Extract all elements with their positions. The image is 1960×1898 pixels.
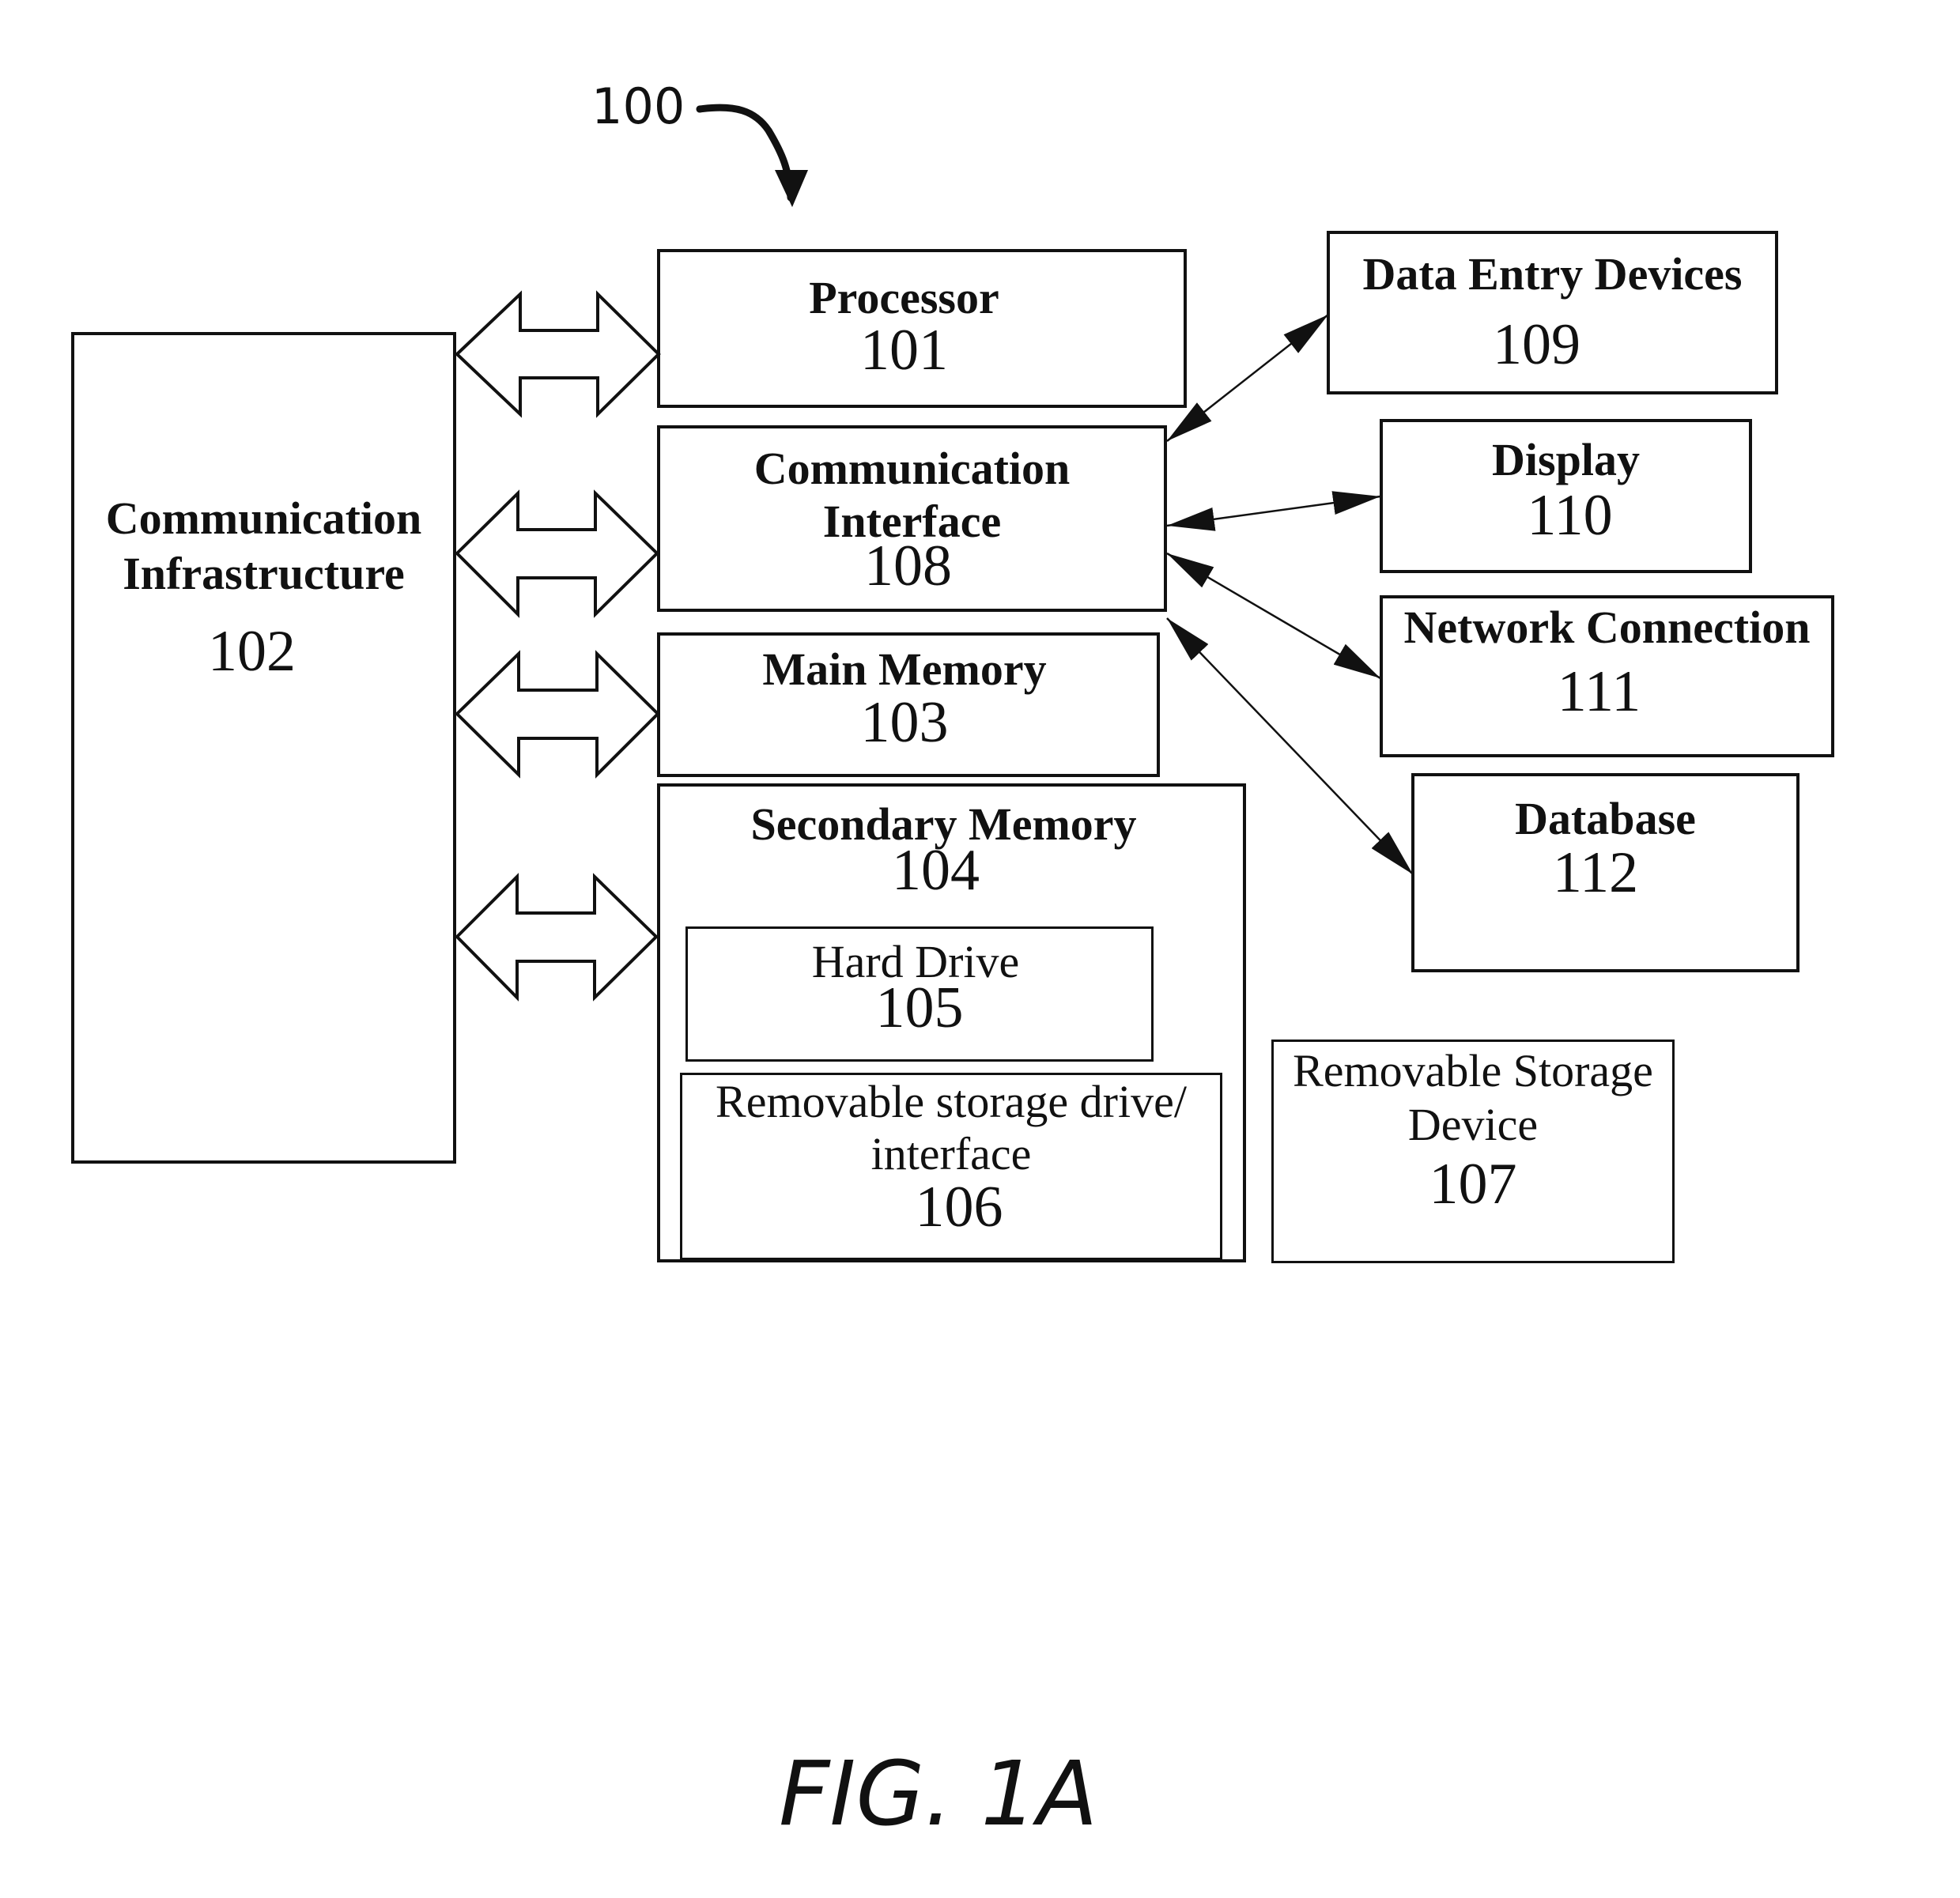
display-number: 110 xyxy=(1527,483,1613,548)
communication-infrastructure-title-line1: Communication xyxy=(105,492,422,544)
database-block: Database 112 xyxy=(1411,773,1799,972)
network-connection-number: 111 xyxy=(1557,659,1641,724)
secondary-memory-number: 104 xyxy=(892,838,980,903)
main-memory-number: 103 xyxy=(860,690,949,755)
removable-storage-drive-title-line2: interface xyxy=(870,1128,1032,1179)
communication-infrastructure-number: 102 xyxy=(208,619,296,684)
main-memory-block: Main Memory 103 xyxy=(657,632,1160,777)
data-entry-devices-number: 109 xyxy=(1493,312,1580,377)
removable-storage-device-number: 107 xyxy=(1429,1152,1517,1217)
removable-storage-drive-number: 106 xyxy=(915,1175,1003,1240)
removable-storage-drive-title-line1: Removable storage drive/ xyxy=(716,1076,1187,1127)
bus-arrow-communication-interface xyxy=(455,489,659,618)
hard-drive-number: 105 xyxy=(875,975,964,1040)
reference-number-100: 100 xyxy=(591,77,685,135)
link-display xyxy=(1166,491,1381,531)
bus-arrow-main-memory xyxy=(455,650,660,779)
network-connection-block: Network Connection 111 xyxy=(1380,595,1834,757)
removable-storage-device-block: Removable Storage Device 107 xyxy=(1271,1040,1675,1263)
database-number: 112 xyxy=(1552,840,1639,905)
display-block: Display 110 xyxy=(1380,419,1752,573)
processor-number: 101 xyxy=(860,318,948,383)
communication-interface-title-line1: Communication xyxy=(753,443,1071,494)
removable-storage-device-title-line2: Device xyxy=(1407,1099,1539,1150)
data-entry-devices-title: Data Entry Devices xyxy=(1362,248,1743,300)
reference-arrow-100 xyxy=(696,104,795,202)
reference-arrowhead-100 xyxy=(775,170,808,207)
database-title: Database xyxy=(1515,793,1696,844)
bus-arrow-secondary-memory xyxy=(455,873,659,1002)
processor-title: Processor xyxy=(809,272,999,323)
data-entry-devices-block: Data Entry Devices 109 xyxy=(1327,231,1778,394)
communication-infrastructure-block: Communication Infrastructure 102 xyxy=(71,332,456,1164)
communication-interface-number: 108 xyxy=(864,534,952,598)
network-connection-title: Network Connection xyxy=(1403,602,1811,653)
hard-drive-block: Hard Drive 105 xyxy=(685,926,1154,1062)
communication-infrastructure-title-line2: Infrastructure xyxy=(123,548,405,599)
main-memory-title: Main Memory xyxy=(762,643,1047,695)
processor-block: Processor 101 xyxy=(657,249,1187,408)
figure-caption: FIG. 1A xyxy=(779,1743,1098,1846)
patent-figure: 100 Communication Infrastructure 102 Pro… xyxy=(0,0,1960,1898)
display-title: Display xyxy=(1492,434,1640,485)
communication-interface-block: Communication Interface 108 xyxy=(657,425,1167,612)
link-network-connection xyxy=(1166,552,1381,680)
removable-storage-device-title-line1: Removable Storage xyxy=(1293,1045,1653,1096)
removable-storage-drive-block: Removable storage drive/ interface 106 xyxy=(680,1073,1222,1260)
